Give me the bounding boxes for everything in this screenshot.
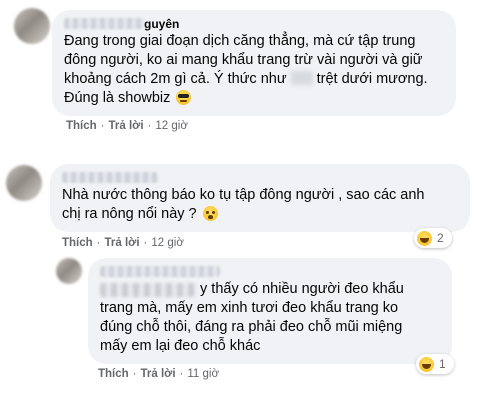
comment-author[interactable]	[100, 265, 440, 280]
comment-actions: Thích · Trả lời · 11 giờ	[98, 368, 220, 380]
reply-button[interactable]: Trả lời	[109, 120, 144, 132]
like-button[interactable]: Thích	[62, 237, 93, 249]
avatar[interactable]	[14, 8, 50, 44]
crying-emoji-icon	[202, 206, 218, 221]
comment-bubble: guyên Đang trong giai đoạn dịch căng thẳ…	[52, 10, 456, 116]
comment-bubble: Nhà nước thông báo ko tụ tập đông người …	[50, 164, 470, 232]
timestamp[interactable]: 12 giờ	[151, 237, 183, 249]
blurred-text	[100, 283, 196, 297]
comment-text: y thấy có nhiều người đeo khẩu trang mà,…	[100, 281, 404, 354]
avatar[interactable]	[56, 258, 82, 284]
haha-reaction-icon	[419, 356, 434, 372]
reaction-count: 1	[439, 357, 446, 371]
reaction-summary[interactable]: 2	[414, 228, 452, 248]
like-button[interactable]: Thích	[98, 368, 129, 380]
timestamp[interactable]: 11 giờ	[187, 368, 219, 380]
reply-button[interactable]: Trả lời	[141, 368, 176, 380]
reply-button[interactable]: Trả lời	[105, 237, 140, 249]
comment-bubble: y thấy có nhiều người đeo khẩu trang mà,…	[88, 258, 452, 364]
reaction-summary[interactable]: 1	[416, 354, 454, 374]
comment-actions: Thích · Trả lời · 12 giờ	[66, 120, 188, 132]
censored-text	[290, 71, 313, 85]
comment-actions: Thích · Trả lời · 12 giờ	[62, 237, 184, 249]
haha-reaction-icon	[417, 230, 432, 246]
reaction-count: 2	[437, 231, 444, 245]
comment-text: Đang trong giai đoạn dịch căng thẳng, mà…	[64, 33, 428, 106]
sunglasses-emoji-icon	[176, 90, 192, 105]
like-button[interactable]: Thích	[66, 120, 97, 132]
avatar[interactable]	[6, 165, 42, 201]
comment-author[interactable]: guyên	[64, 17, 444, 32]
timestamp[interactable]: 12 giờ	[155, 120, 187, 132]
comment-author[interactable]	[62, 171, 458, 186]
comment-text: Nhà nước thông báo ko tụ tập đông người …	[62, 187, 425, 222]
